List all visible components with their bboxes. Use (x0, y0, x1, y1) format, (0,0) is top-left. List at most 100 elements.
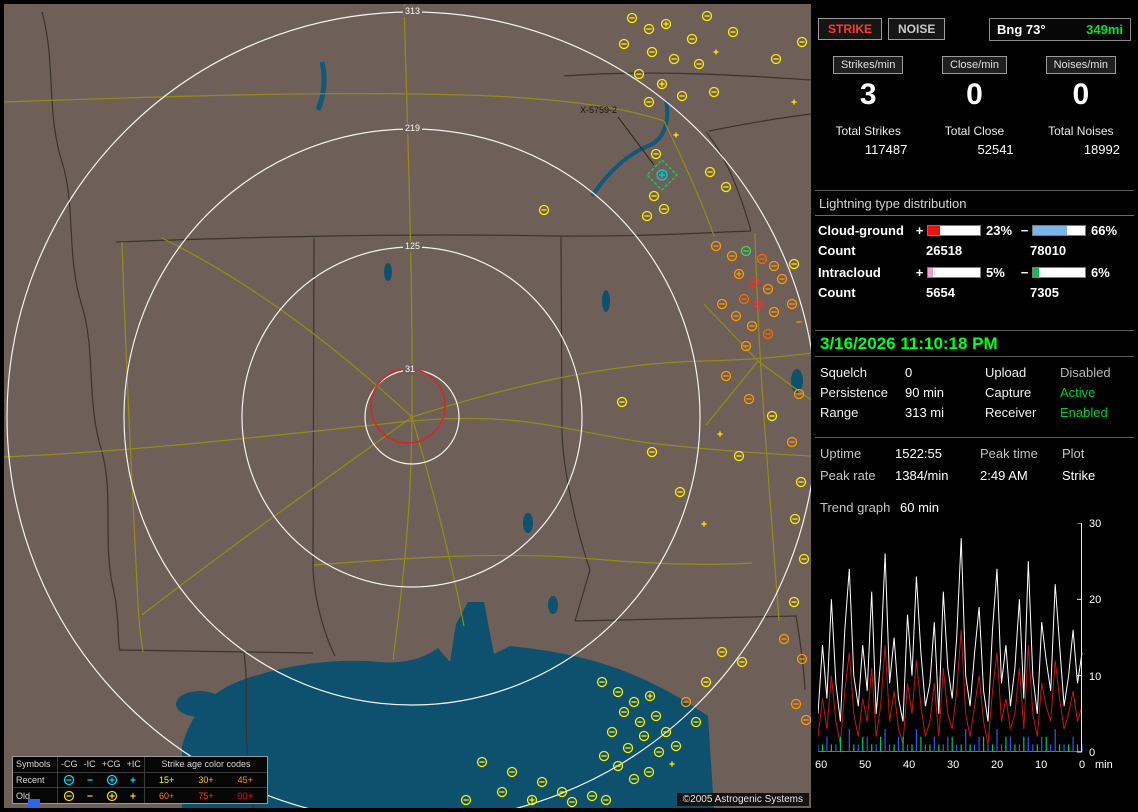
legend-recent-label: Recent (16, 775, 45, 785)
strikes-per-min-header[interactable]: Strikes/min (832, 56, 904, 74)
noise-toggle-button[interactable]: NOISE (888, 18, 946, 40)
trend-x-tick: 20 (991, 759, 1004, 771)
ic-negative-bar (1032, 267, 1086, 278)
strike-age-code: 90+ (237, 790, 253, 801)
close-stat-column: Close/min 0 Total Close 52541 (921, 44, 1027, 190)
strike-symbol (130, 777, 136, 783)
legend-symbol-columns: -CG -IC +CG +IC (57, 757, 145, 772)
trend-window-value: 60 min (900, 499, 940, 515)
stats-section: Strikes/min 3 Total Strikes 117487 Close… (815, 44, 1134, 190)
receiver-status: Enabled (1060, 405, 1108, 420)
strikes-per-min-value: 3 (859, 78, 877, 111)
app-window: X-5759-2 Symbols -CG -IC +CG +IC Strike … (0, 0, 1138, 812)
strike-age-code: 60+ (159, 790, 175, 801)
copyright-text: ©2005 Astrogenic Systems (676, 793, 809, 806)
old-cp-symbol-icon (106, 790, 117, 801)
trend-graph-plot (818, 523, 1086, 755)
strike-symbol (106, 790, 117, 801)
range-ring-label: 313 (403, 6, 423, 17)
capture-label: Capture (985, 385, 1032, 400)
plot-label: Plot (1062, 446, 1085, 461)
cloud-ground-label: Cloud-ground (818, 223, 904, 238)
cg-positive-pct: 23% (986, 223, 1013, 238)
legend-recent-ages: 15+ 30+ 45+ (145, 775, 267, 785)
trend-y-tick: 10 (1089, 670, 1102, 683)
trend-graph-section: 30 20 10 0 60 50 40 30 20 10 0 min (815, 518, 1134, 775)
cloud-ground-row: Cloud-ground + 23% − 66% (815, 216, 1134, 238)
lightning-distribution-section: Lightning type distribution Cloud-ground… (815, 190, 1134, 330)
uptime-row: Uptime 1522:55 Peak time Plot (815, 446, 1134, 468)
strike-symbol (63, 774, 74, 786)
strike-age-code: 15+ (159, 775, 175, 785)
cg-negative-pct: 66% (1091, 223, 1118, 238)
legend-col-pic: +IC (126, 759, 141, 770)
map-panel[interactable]: X-5759-2 Symbols -CG -IC +CG +IC Strike … (4, 4, 811, 808)
trend-x-tick: 0 (1079, 759, 1086, 771)
trend-x-axis-labels: 60 50 40 30 20 10 0 min (815, 759, 1128, 773)
bearing-distance-box: Bng 73° 349mi (989, 17, 1131, 41)
old-cn-symbol-icon (63, 790, 74, 801)
cg-positive-bar (927, 225, 981, 236)
cg-negative-count: 78010 (1030, 243, 1067, 258)
range-ring-label: 31 (403, 364, 418, 375)
intracloud-count-row: Count 5654 7305 (815, 280, 1134, 300)
settings-grid: Squelch 0 Upload Disabled Persistence 90… (815, 357, 1134, 437)
trend-y-tick: 0 (1089, 747, 1096, 759)
receiver-label: Receiver (985, 405, 1037, 420)
trend-y-tick: 30 (1089, 518, 1102, 530)
distance-value: 349mi (1086, 21, 1123, 37)
legend-col-ncg: -CG (61, 759, 78, 770)
recent-ip-symbol-icon (130, 777, 136, 783)
close-per-min-value: 0 (966, 78, 983, 111)
uptime-section: Uptime 1522:55 Peak time Plot Peak rate … (815, 437, 1134, 495)
trend-x-tick: 30 (947, 759, 960, 771)
uptime-label: Uptime (820, 446, 862, 461)
legend-header-row: Symbols -CG -IC +CG +IC Strike age color… (13, 757, 267, 772)
legend-old-row: Old 60+ 75+ 90+ (13, 787, 267, 804)
trend-x-tick: 50 (859, 759, 872, 771)
total-noises-label: Total Noises (1048, 124, 1114, 138)
ic-positive-bar (927, 267, 981, 278)
strike-symbol (106, 774, 117, 786)
ic-negative-pct: 6% (1091, 265, 1110, 280)
strike-age-code: 30+ (198, 775, 214, 785)
trend-graph-header: Trend graph 60 min (815, 495, 1134, 519)
toolbar: STRIKE NOISE Bng 73° 349mi (815, 4, 1134, 44)
total-close-label: Total Close (944, 124, 1005, 138)
trend-x-tick: 60 (815, 759, 828, 771)
taskbar-artifact (28, 799, 40, 808)
clock-display: 3/16/2026 11:10:18 PM (815, 330, 1134, 357)
lake (215, 737, 249, 755)
squelch-label: Squelch (820, 365, 867, 380)
lake (176, 691, 224, 717)
persistence-value: 90 min (905, 385, 945, 400)
cg-negative-bar (1032, 225, 1086, 236)
old-ip-symbol-icon (130, 793, 136, 799)
trend-graph-label: Trend graph (820, 499, 891, 515)
minus-sign: − (1020, 223, 1029, 238)
station-label: X-5759-2 (580, 105, 618, 115)
strike-toggle-button[interactable]: STRIKE (818, 18, 883, 40)
ic-positive-count: 5654 (926, 285, 955, 300)
peak-rate-row: Peak rate 1384/min 2:49 AM Strike (815, 468, 1134, 490)
total-strikes-value: 117487 (864, 142, 908, 157)
strikes-stat-column: Strikes/min 3 Total Strikes 117487 (815, 44, 921, 190)
close-per-min-header[interactable]: Close/min (942, 56, 1007, 74)
squelch-value: 0 (905, 365, 913, 380)
settings-row: Squelch 0 Upload Disabled (815, 365, 1134, 385)
legend-age-title: Strike age color codes (161, 759, 251, 770)
recent-cp-symbol-icon (106, 774, 117, 786)
range-ring-label: 125 (403, 241, 423, 252)
trend-x-unit: min (1095, 759, 1113, 771)
count-label: Count (818, 243, 856, 258)
sidebar-panel: STRIKE NOISE Bng 73° 349mi Strikes/min 3… (815, 4, 1134, 808)
lake (523, 513, 533, 533)
old-in-symbol-icon (87, 795, 93, 797)
peak-time-value: 2:49 AM (980, 468, 1028, 483)
legend-recent-row: Recent 15+ 30+ 45+ (13, 771, 267, 788)
noises-per-min-header[interactable]: Noises/min (1045, 56, 1117, 74)
legend-old-ages: 60+ 75+ 90+ (145, 791, 267, 801)
range-value: 313 mi (905, 405, 945, 420)
strike-age-code: 45+ (237, 775, 253, 785)
total-close-value: 52541 (977, 142, 1014, 157)
